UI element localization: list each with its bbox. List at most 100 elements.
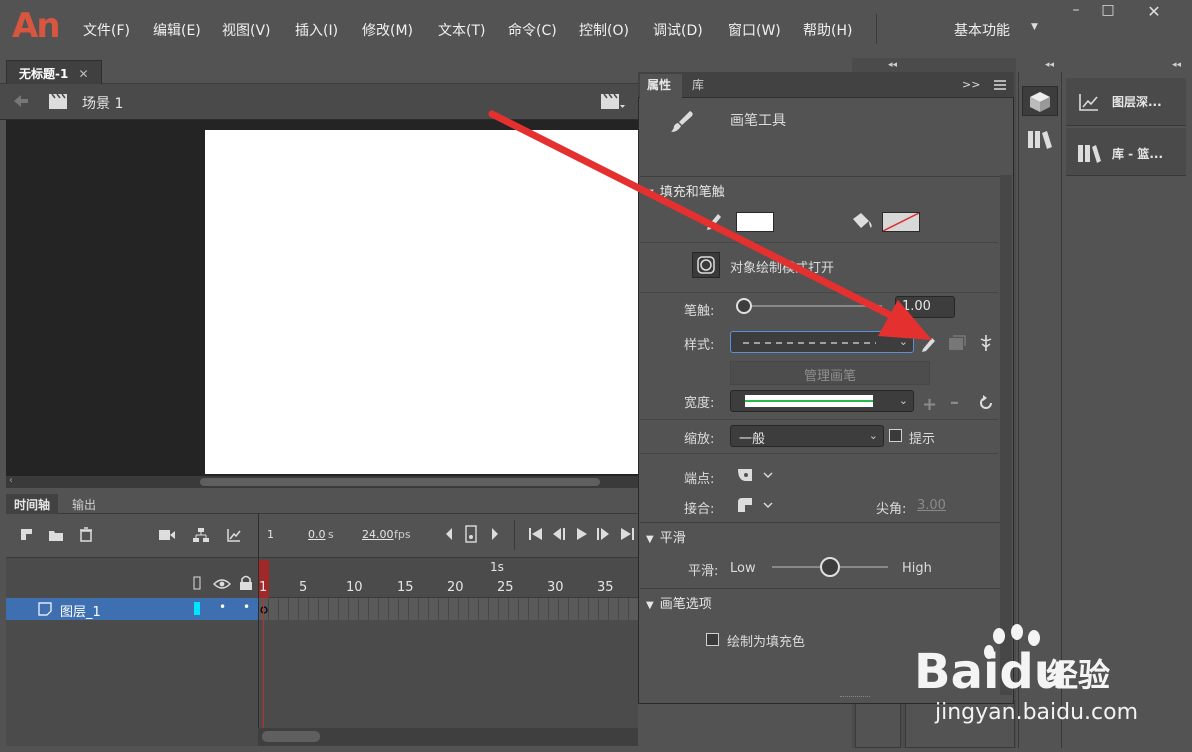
hint-checkbox[interactable] [889,429,902,442]
dock-item-label: 库 - 篮... [1112,147,1164,161]
insert-keyframe-icon[interactable] [465,525,477,543]
toolbar-separator [514,520,515,550]
properties-scrollbar[interactable] [1000,175,1012,695]
visibility-eye-icon[interactable] [213,578,231,590]
stage-scroll-thumb[interactable] [200,478,600,486]
add-width-point-icon[interactable]: + [922,394,937,415]
menu-help[interactable]: 帮助(H) [803,20,852,40]
library-panel-icon[interactable] [1026,128,1054,150]
timeline-splitter[interactable] [258,514,259,746]
menu-window[interactable]: 窗口(W) [728,20,781,40]
dropdown-caret-icon: ⌄ [868,429,878,442]
layer-lock-dot[interactable]: • [243,600,250,614]
menu-text[interactable]: 文本(T) [438,20,485,40]
document-tab-close-icon[interactable]: ✕ [79,67,89,81]
delete-layer-icon[interactable] [79,527,93,542]
scene-clapper-icon [48,92,68,110]
current-frame[interactable]: 1 [267,528,274,541]
camera-icon[interactable] [158,529,176,541]
reset-width-icon[interactable] [977,394,995,412]
cap-label: 端点: [684,472,715,487]
timeline-scroll-thumb[interactable] [262,731,320,742]
panel-resize-grip[interactable] [840,696,870,700]
library-panel-tab[interactable]: 库 - 篮... [1066,128,1186,176]
step-back-icon[interactable] [551,527,567,541]
manage-brush-button[interactable]: 管理画笔 [730,361,930,385]
workspace-switcher[interactable]: 基本功能 [954,20,1010,40]
section-brush-options[interactable]: ▼ 画笔选项 [640,588,1000,612]
scale-label: 缩放: [684,432,715,447]
go-to-first-frame-icon[interactable] [528,527,544,541]
time-unit: s [328,528,334,541]
divider [640,453,998,454]
go-to-last-frame-icon[interactable] [620,527,636,541]
lock-icon[interactable] [239,575,253,591]
layer-depth-panel-tab[interactable]: 图层深... [1066,78,1186,126]
current-time[interactable]: 0.0 [308,528,326,541]
tab-library[interactable]: 库 [692,76,704,93]
menu-separator [876,14,877,44]
join-style-icon[interactable] [736,496,776,514]
layer-color-swatch[interactable] [194,602,200,615]
menu-insert[interactable]: 插入(I) [295,20,338,40]
brush-library-icon [947,334,967,352]
collapse-arrows-icon[interactable]: ◂◂ [1045,60,1054,70]
ruler-number: 20 [447,580,464,595]
menu-edit[interactable]: 编辑(E) [153,20,201,40]
layer-frames[interactable] [259,598,638,620]
scroll-left-icon[interactable]: ‹ [9,475,13,486]
keyframe-marker[interactable] [260,606,268,614]
new-layer-icon[interactable] [20,528,34,542]
properties-panel-icon[interactable] [1022,86,1058,116]
close-window-button[interactable]: ✕ [1140,2,1168,22]
dock-item-label: 图层深... [1112,95,1162,109]
maximize-button[interactable]: □ [1094,2,1122,22]
variable-width-icon[interactable] [977,333,995,353]
panel-menu-icon[interactable] [993,80,1007,90]
scene-name: 场景 1 [82,96,124,112]
cap-style-icon[interactable] [736,466,776,484]
play-icon[interactable] [576,527,588,541]
baidu-watermark-logo: Baidu 经验 [914,622,1134,702]
miter-value[interactable]: 3.00 [917,498,946,513]
menu-view[interactable]: 视图(V) [222,20,271,40]
outline-toggle-icon[interactable] [193,576,201,590]
dock-empty-panel [855,700,901,748]
layer-name[interactable]: 图层_1 [60,601,101,620]
layer-depth-icon[interactable] [226,527,242,543]
tab-properties[interactable]: 属性 [647,76,671,93]
step-forward-icon[interactable] [596,527,612,541]
collapse-arrows-icon[interactable]: ◂◂ [1172,60,1181,70]
menu-file[interactable]: 文件(F) [83,20,130,40]
second-marker: 1s [490,560,504,574]
layer-visible-dot[interactable]: • [219,600,226,614]
layer-parenting-icon[interactable] [192,527,210,543]
tab-output[interactable]: 输出 [64,494,104,514]
app-logo: An [12,6,61,46]
fps-value[interactable]: 24.00 [362,528,394,541]
menu-commands[interactable]: 命令(C) [508,20,557,40]
document-tab-title: 无标题-1 [19,67,69,81]
remove-width-point-icon[interactable]: – [950,392,959,413]
watermark-url: jingyan.baidu.com [935,700,1139,725]
smooth-slider-thumb[interactable] [820,557,840,577]
collapse-arrows-icon[interactable]: ◂◂ [888,60,897,70]
menu-modify[interactable]: 修改(M) [362,20,413,40]
section-smooth[interactable]: ▼ 平滑 [640,522,1000,546]
ruler-number: 35 [597,580,614,595]
menu-debug[interactable]: 调试(D) [653,20,703,40]
playhead-line [263,598,264,728]
workspace-caret-icon[interactable]: ▼ [1031,22,1038,32]
panel-collapse-icon[interactable]: >> [962,78,980,91]
tab-timeline[interactable]: 时间轴 [6,494,59,514]
menu-control[interactable]: 控制(O) [579,20,629,40]
width-profile-dropdown[interactable]: ⌄ [730,390,914,412]
document-tab[interactable]: 无标题-1 ✕ [6,60,102,84]
scale-dropdown[interactable]: 一般 ⌄ [730,425,884,447]
next-keyframe-icon[interactable] [490,527,500,541]
back-arrow-icon[interactable] [12,93,30,109]
minimize-button[interactable]: – [1062,2,1090,22]
prev-keyframe-icon[interactable] [444,527,454,541]
new-folder-icon[interactable] [48,528,64,542]
draw-as-fill-checkbox[interactable] [706,633,719,646]
